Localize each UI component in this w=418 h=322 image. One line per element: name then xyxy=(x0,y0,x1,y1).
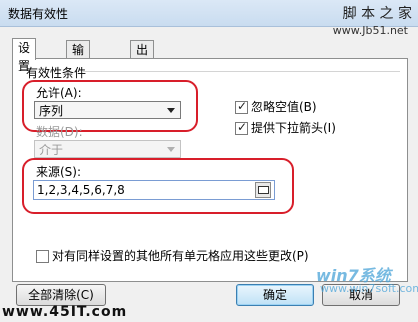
dropdown-arrow-label: 提供下拉箭头(I) xyxy=(251,121,336,135)
check-icon: ✓ xyxy=(237,120,248,134)
watermark-top: 脚 本 之 家 xyxy=(342,6,412,22)
checkbox-box: ✓ xyxy=(235,99,248,114)
apply-all-label: 对有同样设置的其他所有单元格应用这些更改(P) xyxy=(52,249,309,263)
clear-all-button[interactable]: 全部清除(C) xyxy=(16,284,106,306)
window-title: 数据有效性 xyxy=(8,7,69,21)
highlight-source xyxy=(22,158,294,214)
group-label: 有效性条件 xyxy=(26,66,87,80)
data-select: 介于 xyxy=(34,140,181,158)
watermark-site: www.win7soft.com xyxy=(320,282,418,295)
ignore-blank-label: 忽略空值(B) xyxy=(251,100,317,114)
watermark-url: www.Jb51.net xyxy=(332,24,408,37)
group-divider xyxy=(82,71,400,72)
data-value: 介于 xyxy=(39,143,64,157)
check-icon: ✓ xyxy=(237,99,248,113)
tab-input-message[interactable]: 输入信息 xyxy=(66,40,91,111)
chevron-down-icon xyxy=(167,147,175,152)
ok-button[interactable]: 确定 xyxy=(236,284,314,306)
data-label: 数据(D): xyxy=(36,125,83,139)
tab-error-alert[interactable]: 出错警告 xyxy=(130,40,155,111)
checkbox-box xyxy=(36,250,49,263)
title-bar: 数据有效性 脚 本 之 家 xyxy=(0,0,418,27)
tab-settings[interactable]: 设置 xyxy=(12,38,37,73)
watermark-bottom-left: www.45IT.com xyxy=(2,304,128,320)
checkbox-box: ✓ xyxy=(235,120,248,135)
